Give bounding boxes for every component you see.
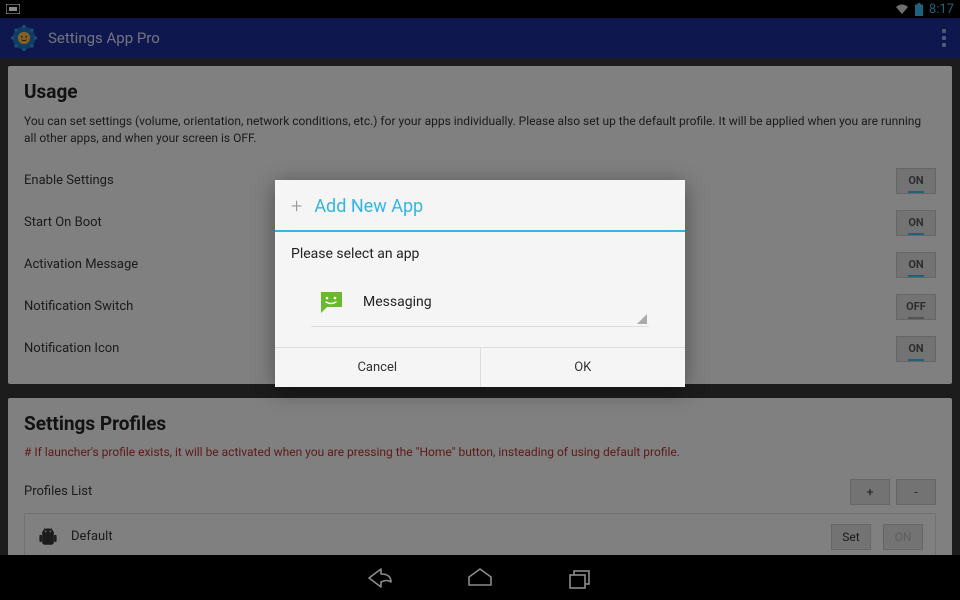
add-app-dialog: + Add New App Please select an app Messa… bbox=[275, 180, 685, 387]
cancel-button[interactable]: Cancel bbox=[275, 348, 481, 387]
messaging-icon bbox=[317, 288, 345, 316]
app-selector-spinner[interactable]: Messaging bbox=[311, 280, 649, 327]
dialog-title: Add New App bbox=[314, 196, 423, 217]
ok-button[interactable]: OK bbox=[481, 348, 686, 387]
dialog-prompt: Please select an app bbox=[291, 246, 669, 262]
spinner-indicator-icon bbox=[637, 314, 647, 324]
selected-app-label: Messaging bbox=[363, 294, 432, 310]
plus-icon: + bbox=[291, 194, 302, 218]
dialog-header: + Add New App bbox=[275, 180, 685, 232]
